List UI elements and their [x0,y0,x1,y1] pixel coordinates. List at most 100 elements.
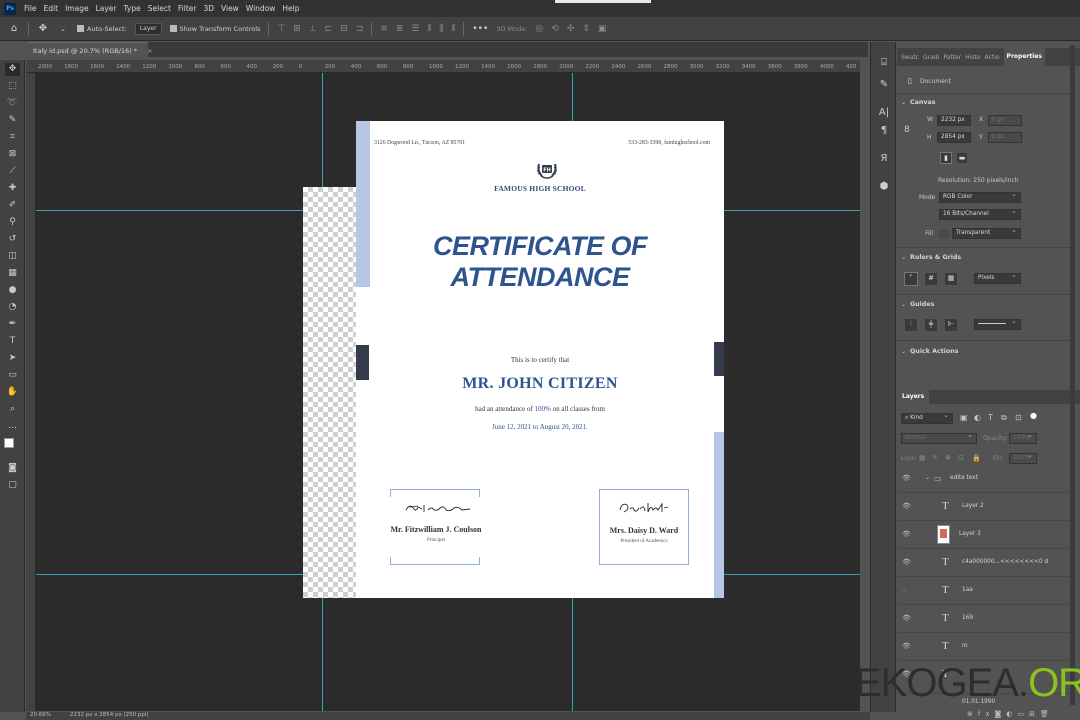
hand-tool-icon[interactable]: ✋ [5,386,20,399]
fill-field[interactable]: 100% [1009,451,1037,464]
layer-row[interactable]: 👁 T 169 [897,605,1072,633]
layer-filter-kind-dropdown[interactable]: ⌕ Kind [901,411,953,424]
fill-color-swatch[interactable] [938,228,950,240]
close-icon[interactable]: × [147,47,152,55]
visibility-eye-icon[interactable]: 👁 [902,559,911,566]
lasso-tool-icon[interactable]: ➰ [5,97,20,110]
menu-image[interactable]: Image [65,4,89,13]
move-tool-icon[interactable]: ✥ [37,23,49,35]
character-panel-icon[interactable]: A| [877,106,891,120]
menu-help[interactable]: Help [282,4,299,13]
chevron-down-icon[interactable]: ⌄ [901,301,906,308]
visibility-eye-icon[interactable]: 👁 [902,475,911,482]
ruler-units-dropdown[interactable]: Pixels [974,271,1021,284]
rectangle-tool-icon[interactable]: ▭ [5,369,20,382]
home-icon[interactable]: ⌂ [8,23,20,35]
certificate-document[interactable]: 3126 Dogwood Ln., Tucson, AZ 85701 533-2… [356,121,724,598]
quick-select-tool-icon[interactable]: ✎ [5,114,20,127]
visibility-eye-icon[interactable]: 👁 [902,503,911,510]
layer-row[interactable]: 👁 T Layer 2 [897,493,1072,521]
path-selection-tool-icon[interactable]: ➤ [5,352,20,365]
menu-layer[interactable]: Layer [96,4,117,13]
layer-row-group[interactable]: 👁 ⌄ ▭ edite text [897,465,1072,493]
mode-dropdown[interactable]: RGB Color [939,190,1021,203]
distribute-middle-icon[interactable]: ≣ [396,24,404,34]
visibility-eye-icon[interactable]: 👁 [902,615,911,622]
layer-row[interactable]: 👁 Layer 3 [897,521,1072,549]
dodge-tool-icon[interactable]: ◔ [5,301,20,314]
chevron-down-icon[interactable]: ⌄ [901,348,906,355]
tab-layers[interactable]: Layers [897,390,930,404]
glyphs-panel-icon[interactable]: Я [877,152,891,166]
marquee-tool-icon[interactable]: ⬚ [5,80,20,93]
tab-histogram[interactable]: Histo [965,54,980,61]
guide-layout-icon[interactable]: ⊩ [944,318,958,332]
ruler-icon[interactable]: ⌜ [904,272,918,286]
crop-tool-icon[interactable]: ⌗ [5,131,20,144]
eraser-tool-icon[interactable]: ◫ [5,250,20,263]
align-bottom-icon[interactable]: ⊥ [309,24,317,34]
tab-patterns[interactable]: Patter [943,54,961,61]
align-right-icon[interactable]: ⊐ [356,24,364,34]
align-center-icon[interactable]: ⊟ [340,24,348,34]
distribute-left-icon[interactable]: ⫴ [427,24,431,34]
fill-dropdown[interactable]: Transparent [952,226,1021,239]
distribute-top-icon[interactable]: ≡ [380,24,388,34]
distribute-right-icon[interactable]: ⦀ [451,24,455,34]
filter-smart-object-icon[interactable]: ⊡ [1015,413,1022,422]
menu-type[interactable]: Type [124,4,141,13]
show-transform-checkbox[interactable]: Show Transform Controls [169,25,260,33]
visibility-eye-icon[interactable]: 👁 [902,643,911,650]
opacity-field[interactable]: 100% [1009,431,1037,444]
brush-settings-icon[interactable]: ✎ [877,78,891,92]
landscape-orientation-icon[interactable]: ▬ [956,152,968,164]
eyedropper-tool-icon[interactable]: ⟋ [5,165,20,178]
menu-select[interactable]: Select [148,4,171,13]
frame-tool-icon[interactable]: ⊠ [5,148,20,161]
distribute-center-icon[interactable]: ⫼ [439,24,443,34]
filter-toggle-icon[interactable]: ● [1030,411,1037,420]
filter-shape-icon[interactable]: ⧉ [1001,413,1007,423]
edit-toolbar-icon[interactable]: … [5,420,20,433]
align-middle-icon[interactable]: ⊞ [293,24,301,34]
slide-3d-icon[interactable]: ⇕ [582,24,590,34]
new-guide-icon[interactable]: ╪ [924,318,938,332]
screen-mode-icon[interactable]: ▢ [5,479,20,492]
guide-style-dropdown[interactable] [974,317,1021,330]
layers-footer-icons[interactable]: ⊗fx◙◐▭⊞🗑 [967,710,1054,718]
document-tab[interactable]: Italy id.psd @ 20.7% (RGB/16) * × [28,42,153,57]
auto-select-dropdown[interactable]: Layer [134,22,162,35]
type-tool-icon[interactable]: T [5,335,20,348]
tab-properties[interactable]: Properties [1003,48,1045,66]
menu-file[interactable]: File [24,4,37,13]
align-left-icon[interactable]: ⊏ [325,24,333,34]
width-field[interactable]: 2232 px [937,115,971,126]
auto-select-checkbox[interactable]: Auto-Select: [77,25,127,33]
menu-filter[interactable]: Filter [178,4,197,13]
lock-move-icon[interactable]: ✥ [945,454,951,462]
layer-row[interactable]: ▫ T 1aa [897,577,1072,605]
roll-3d-icon[interactable]: ⟲ [551,24,559,34]
drag-3d-icon[interactable]: ✣ [567,24,575,34]
tab-actions[interactable]: Actio [985,54,1000,61]
move-tool-icon[interactable]: ✥ [5,63,20,76]
align-top-icon[interactable]: ⊤ [277,24,285,34]
canvas-area[interactable]: 3126 Dogwood Ln., Tucson, AZ 85701 533-2… [36,73,860,711]
link-icon[interactable]: 8 [904,125,910,135]
history-brush-tool-icon[interactable]: ↺ [5,233,20,246]
zoom-tool-icon[interactable]: ⌕ [5,403,20,416]
layer-row[interactable]: 👁 T m [897,633,1072,661]
menu-edit[interactable]: Edit [44,4,59,13]
menu-3d[interactable]: 3D [203,4,214,13]
blur-tool-icon[interactable]: ● [5,284,20,297]
tab-swatches[interactable]: Swatc [901,54,919,61]
height-field[interactable]: 2854 px [937,132,971,143]
menu-view[interactable]: View [221,4,239,13]
zoom-level[interactable]: 20.66% [30,712,51,718]
pen-tool-icon[interactable]: ✒ [5,318,20,331]
lock-all-icon[interactable]: 🔒 [972,454,981,462]
paragraph-panel-icon[interactable]: ¶ [877,124,891,138]
layer-row[interactable]: 👁 T c4a000000...<<<<<<<<0 d [897,549,1072,577]
lock-brush-icon[interactable]: ✎ [932,454,938,462]
blend-mode-dropdown[interactable]: Normal [901,431,977,444]
